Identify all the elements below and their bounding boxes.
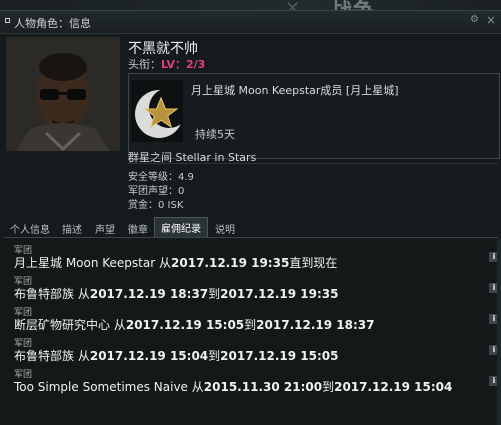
- corporation-name[interactable]: 月上星城 Moon Keepstar成员 [月上星城]: [191, 82, 399, 98]
- rank-label: 头衔：: [128, 58, 161, 71]
- history-entry: 断层矿物研究中心 从2017.12.19 15:05到2017.12.19 18…: [14, 316, 374, 333]
- history-entry: 布鲁特部族 从2017.12.19 18:37到2017.12.19 19:35: [14, 285, 338, 302]
- to-word: 到: [208, 287, 221, 301]
- history-corp[interactable]: 布鲁特部族: [14, 287, 74, 301]
- history-from: 2017.12.19 15:04: [89, 349, 209, 363]
- to-word: 到: [322, 380, 335, 394]
- from-word: 从: [191, 380, 204, 394]
- history-from: 2017.12.19 19:35: [171, 256, 290, 270]
- history-to: 2017.12.19 15:05: [220, 349, 339, 363]
- rank-level: LV：2/3: [161, 58, 206, 71]
- history-from: 2017.12.19 15:05: [125, 318, 245, 332]
- history-to: 现在: [313, 256, 338, 270]
- tab-decorations[interactable]: 徽章: [128, 219, 148, 238]
- history-row: 军团 月上星城 Moon Keepstar 从2017.12.19 19:35直…: [0, 241, 501, 272]
- tab-employment-history[interactable]: 雇佣纪录: [154, 217, 208, 237]
- history-entry: 月上星城 Moon Keepstar 从2017.12.19 19:35直到现在: [14, 254, 337, 271]
- from-word: 从: [159, 256, 172, 270]
- history-row: 军团 Too Simple Sometimes Naive 从2015.11.3…: [0, 365, 501, 396]
- tab-standings[interactable]: 声望: [95, 219, 115, 238]
- history-corp[interactable]: 布鲁特部族: [14, 349, 74, 363]
- history-from: 2017.12.19 18:37: [89, 287, 209, 301]
- until-word: 直到: [289, 256, 314, 270]
- history-corp[interactable]: 断层矿物研究中心: [14, 318, 110, 332]
- history-corp[interactable]: Too Simple Sometimes Naive: [14, 380, 188, 394]
- tab-description[interactable]: 描述: [62, 219, 82, 238]
- scrollbar[interactable]: [497, 239, 501, 425]
- to-word: 到: [208, 349, 221, 363]
- tab-bar: 个人信息 描述 声望 徽章 雇佣纪录 说明: [4, 217, 498, 238]
- gear-icon[interactable]: ⚙: [470, 14, 479, 25]
- history-row: 军团 布鲁特部族 从2017.12.19 18:37到2017.12.19 19…: [0, 272, 501, 303]
- membership-duration: 持续5天: [195, 128, 235, 141]
- character-info-window: 人物角色：信息 ⚙ × 不黑就不帅 头衔：LV：2/3 月上星城 Moon Ke…: [0, 10, 501, 425]
- history-from: 2015.11.30 21:00: [203, 380, 323, 394]
- history-to: 2017.12.19 15:04: [334, 380, 453, 394]
- divider: [128, 163, 498, 164]
- character-rank: 头衔：LV：2/3: [128, 56, 205, 72]
- employment-history-list: 军团 月上星城 Moon Keepstar 从2017.12.19 19:35直…: [0, 239, 501, 425]
- history-row: 军团 布鲁特部族 从2017.12.19 15:04到2017.12.19 15…: [0, 334, 501, 365]
- bounty: 赏金：0 ISK: [128, 200, 184, 211]
- security-status: 安全等级：4.9: [128, 172, 194, 183]
- tab-personal-info[interactable]: 个人信息: [10, 219, 50, 238]
- history-corp[interactable]: 月上星城 Moon Keepstar: [14, 256, 155, 270]
- window-menu-icon[interactable]: [5, 18, 10, 23]
- history-row: 军团 断层矿物研究中心 从2017.12.19 15:05到2017.12.19…: [0, 303, 501, 334]
- corporation-panel: 月上星城 Moon Keepstar成员 [月上星城] 持续5天: [128, 73, 500, 159]
- window-titlebar[interactable]: 人物角色：信息 ⚙ ×: [0, 11, 501, 34]
- character-name: 不黑就不帅: [128, 41, 198, 57]
- history-to: 2017.12.19 19:35: [220, 287, 339, 301]
- from-word: 从: [77, 287, 90, 301]
- tab-notes[interactable]: 说明: [215, 219, 235, 238]
- close-icon[interactable]: ×: [486, 13, 496, 27]
- corp-standing: 军团声望：0: [128, 186, 185, 197]
- from-word: 从: [77, 349, 90, 363]
- character-portrait[interactable]: [6, 37, 120, 151]
- star-logo[interactable]: [131, 80, 189, 142]
- from-word: 从: [113, 318, 126, 332]
- to-word: 到: [244, 318, 257, 332]
- window-title: 人物角色：信息: [14, 17, 91, 30]
- history-entry: Too Simple Sometimes Naive 从2015.11.30 2…: [14, 378, 452, 395]
- history-entry: 布鲁特部族 从2017.12.19 15:04到2017.12.19 15:05: [14, 347, 338, 364]
- history-to: 2017.12.19 18:37: [256, 318, 375, 332]
